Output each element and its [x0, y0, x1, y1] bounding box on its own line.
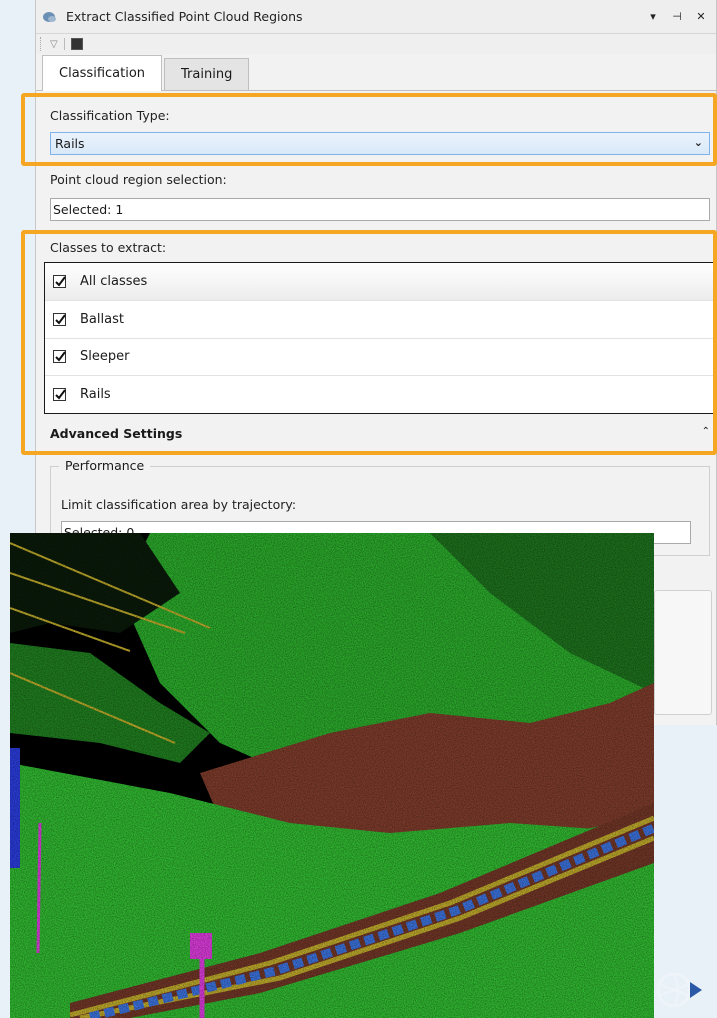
classes-label: Classes to extract:: [50, 240, 167, 255]
tab-classification[interactable]: Classification: [42, 55, 163, 91]
triangle-icon[interactable]: ▽: [50, 39, 58, 50]
point-cloud-render: [10, 533, 654, 1018]
classes-list: All classes Ballast Sleeper Rails: [44, 262, 716, 414]
display-icon[interactable]: [70, 38, 83, 50]
all-classes-label: All classes: [80, 274, 148, 289]
classification-type-value: Rails: [55, 136, 85, 151]
ballast-label: Ballast: [80, 311, 124, 327]
class-row-rails[interactable]: Rails: [45, 376, 715, 414]
company-logo: [656, 972, 702, 1008]
tab-training[interactable]: Training: [164, 58, 250, 90]
dropdown-menu-icon[interactable]: ▾: [644, 10, 662, 23]
all-classes-checkbox[interactable]: [53, 275, 66, 288]
classification-type-label: Classification Type:: [50, 108, 170, 123]
performance-legend: Performance: [59, 458, 151, 473]
chevron-down-icon: ⌄: [693, 136, 703, 149]
panel-title: Extract Classified Point Cloud Regions: [66, 9, 303, 24]
class-row-sleeper[interactable]: Sleeper: [45, 339, 715, 376]
advanced-settings-header[interactable]: Advanced Settings ⌃: [50, 426, 710, 441]
panel-toolbar: ▽: [36, 34, 716, 54]
point-cloud-image: [10, 533, 654, 1018]
close-icon[interactable]: ✕: [692, 10, 710, 23]
panel-titlebar: Extract Classified Point Cloud Regions ▾…: [36, 0, 716, 34]
sleeper-label: Sleeper: [80, 349, 130, 365]
point-cloud-app-icon: [43, 11, 56, 22]
pin-icon[interactable]: ⊣: [668, 10, 686, 23]
region-selection-label: Point cloud region selection:: [50, 172, 227, 187]
trajectory-label: Limit classification area by trajectory:: [61, 497, 297, 512]
sleeper-checkbox[interactable]: [53, 350, 66, 364]
collapse-chevron-icon[interactable]: ⌃: [702, 426, 710, 437]
class-row-ballast[interactable]: Ballast: [45, 301, 715, 339]
classification-type-dropdown[interactable]: Rails ⌄: [50, 132, 710, 155]
tab-strip: Classification Training: [42, 55, 250, 91]
region-selection-value: Selected: 1: [53, 202, 124, 217]
ballast-checkbox[interactable]: [53, 312, 66, 326]
rails-checkbox[interactable]: [53, 388, 66, 402]
rails-label: Rails: [80, 387, 111, 403]
all-classes-row[interactable]: All classes: [45, 263, 715, 301]
lower-panel-box: [654, 590, 712, 715]
toolbar-separator: [63, 38, 65, 50]
advanced-settings-label: Advanced Settings: [50, 426, 183, 441]
toolbar-grip[interactable]: [40, 37, 44, 51]
region-selection-field[interactable]: Selected: 1: [50, 198, 710, 221]
